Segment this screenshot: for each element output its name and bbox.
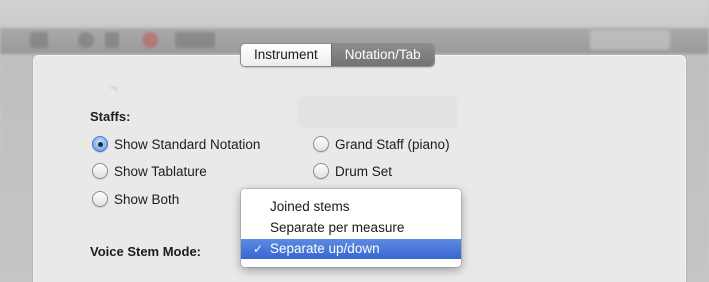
radio-unselected-icon — [313, 136, 329, 152]
background-record-icon — [142, 32, 158, 48]
menu-item-separate-per-measure[interactable]: Separate per measure — [241, 218, 461, 238]
tab-notation-tab[interactable]: Notation/Tab — [330, 44, 434, 66]
staffs-heading: Staffs: — [90, 109, 131, 124]
background-tool-icons — [175, 32, 215, 48]
radio-label: Show Standard Notation — [114, 136, 261, 152]
background-stop-icon — [78, 32, 94, 48]
radio-label: Drum Set — [335, 163, 393, 179]
radio-show-both[interactable]: Show Both — [92, 191, 179, 207]
background-field — [590, 30, 670, 50]
ghost-text: ¬ — [110, 80, 118, 95]
radio-label: Show Both — [114, 191, 180, 207]
radio-label: Grand Staff (piano) — [335, 136, 450, 152]
radio-selected-icon — [92, 136, 108, 152]
background-rewind-icon — [30, 32, 48, 48]
background-play-icon — [105, 32, 119, 48]
radio-show-tablature[interactable]: Show Tablature — [92, 163, 207, 179]
radio-unselected-icon — [313, 163, 329, 179]
radio-show-standard-notation[interactable]: Show Standard Notation — [92, 136, 260, 152]
menu-item-label: Separate up/down — [270, 241, 380, 256]
radio-grand-staff-piano[interactable]: Grand Staff (piano) — [313, 136, 450, 152]
menu-item-joined-stems[interactable]: Joined stems — [241, 197, 461, 217]
radio-drum-set[interactable]: Drum Set — [313, 163, 392, 179]
radio-label: Show Tablature — [114, 163, 207, 179]
tab-instrument[interactable]: Instrument — [241, 44, 331, 66]
radio-unselected-icon — [92, 191, 108, 207]
tab-segmented-control: Instrument Notation/Tab — [240, 43, 435, 67]
menu-item-separate-up-down[interactable]: ✓ Separate up/down — [241, 239, 461, 259]
checkmark-icon: ✓ — [253, 242, 264, 256]
ghost-button — [298, 96, 458, 128]
radio-unselected-icon — [92, 163, 108, 179]
voice-stem-mode-menu: Joined stems Separate per measure ✓ Sepa… — [241, 189, 461, 267]
voice-stem-mode-label: Voice Stem Mode: — [90, 244, 202, 259]
